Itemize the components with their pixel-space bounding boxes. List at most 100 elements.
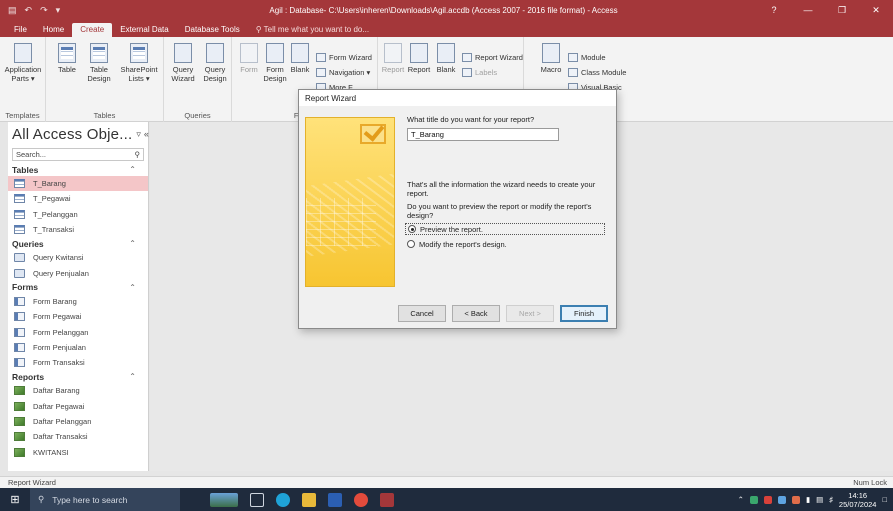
nav-search-input[interactable]: Search... ⚲ bbox=[12, 148, 144, 161]
back-button[interactable]: < Back bbox=[452, 305, 500, 322]
wizard-illustration bbox=[305, 117, 395, 287]
edge-icon[interactable] bbox=[276, 492, 290, 507]
macro-button[interactable]: Macro bbox=[538, 43, 564, 74]
nav-item-query-kwitansi[interactable]: Query Kwitansi bbox=[8, 250, 148, 265]
save-icon[interactable]: ▤ bbox=[8, 5, 17, 16]
finish-button[interactable]: Finish bbox=[560, 305, 608, 322]
nav-item-t-barang[interactable]: T_Barang bbox=[8, 176, 148, 192]
form-button[interactable]: Form bbox=[238, 43, 260, 74]
table-design-label: Table Design bbox=[87, 65, 111, 83]
table-design-button[interactable]: Table Design bbox=[84, 43, 114, 83]
nav-item-form-penjualan[interactable]: Form Penjualan bbox=[8, 340, 148, 355]
sharepoint-lists-button[interactable]: SharePoint Lists ▾ bbox=[118, 43, 160, 83]
tray-app-icon[interactable] bbox=[749, 495, 758, 504]
tab-home[interactable]: Home bbox=[35, 23, 72, 37]
next-button[interactable]: Next > bbox=[506, 305, 554, 322]
blank-form-button[interactable]: Blank bbox=[288, 43, 312, 74]
collapse-icon: ⌃ bbox=[129, 239, 136, 249]
battery-icon[interactable]: ▮ bbox=[806, 495, 810, 504]
minimize-button[interactable]: — bbox=[791, 5, 825, 16]
form-design-button[interactable]: Form Design bbox=[262, 43, 288, 83]
taskbar-search-box[interactable]: ⚲ Type here to search bbox=[30, 488, 180, 511]
customize-icon[interactable]: ▾ bbox=[56, 5, 61, 16]
word-icon[interactable] bbox=[328, 492, 342, 507]
nav-item-form-pelanggan[interactable]: Form Pelanggan bbox=[8, 324, 148, 339]
shutter-bar-icon[interactable]: « bbox=[144, 129, 149, 140]
window-title: Agil : Database- C:\Users\inheren\Downlo… bbox=[269, 5, 618, 15]
labels-button[interactable]: Labels bbox=[462, 68, 497, 77]
query-design-button[interactable]: Query Design bbox=[200, 43, 230, 83]
notifications-icon[interactable]: □ bbox=[882, 495, 887, 504]
form-icon bbox=[14, 342, 25, 352]
nav-item-form-transaksi[interactable]: Form Transaksi bbox=[8, 355, 148, 370]
help-button[interactable]: ? bbox=[757, 5, 791, 16]
tab-create[interactable]: Create bbox=[72, 23, 113, 37]
nav-menu-icon[interactable]: ▿ bbox=[136, 129, 141, 140]
undo-icon[interactable]: ↶ bbox=[25, 5, 33, 16]
report-design-label: Report bbox=[407, 65, 431, 74]
network-icon[interactable]: ▤ bbox=[816, 495, 823, 504]
query-wizard-button[interactable]: Query Wizard bbox=[168, 43, 198, 83]
windows-start-icon[interactable]: ⊞ bbox=[0, 493, 30, 506]
antivirus-icon[interactable] bbox=[763, 495, 772, 504]
blank-report-button[interactable]: Blank bbox=[434, 43, 458, 74]
module-button[interactable]: Module bbox=[568, 53, 606, 62]
weather-widget-icon[interactable] bbox=[210, 492, 238, 507]
report-icon bbox=[384, 43, 402, 63]
tab-file[interactable]: File bbox=[6, 23, 35, 37]
report-design-button[interactable]: Report bbox=[406, 43, 432, 74]
nav-item-t-pelanggan[interactable]: T_Pelanggan bbox=[8, 207, 148, 222]
modify-design-option[interactable]: Modify the report's design. bbox=[407, 238, 507, 250]
nav-item-daftar-pegawai[interactable]: Daftar Pegawai bbox=[8, 399, 148, 414]
nav-item-form-barang[interactable]: Form Barang bbox=[8, 294, 148, 309]
tab-database-tools[interactable]: Database Tools bbox=[177, 23, 248, 37]
table-button[interactable]: Table bbox=[52, 43, 82, 74]
nav-item-daftar-barang[interactable]: Daftar Barang bbox=[8, 383, 148, 398]
form-icon bbox=[14, 327, 25, 337]
query-wizard-icon bbox=[174, 43, 192, 63]
nav-item-daftar-pelanggan[interactable]: Daftar Pelanggan bbox=[8, 414, 148, 429]
task-view-icon[interactable] bbox=[250, 492, 264, 507]
volume-icon[interactable]: ♯ bbox=[829, 495, 833, 504]
nav-section-queries[interactable]: Queries ⌃ bbox=[8, 237, 148, 250]
module-label: Module bbox=[581, 53, 606, 62]
class-module-button[interactable]: Class Module bbox=[568, 68, 626, 77]
nav-section-tables[interactable]: Tables ⌃ bbox=[8, 163, 148, 176]
tab-external-data[interactable]: External Data bbox=[112, 23, 176, 37]
restore-button[interactable]: ❐ bbox=[825, 5, 859, 16]
application-parts-button[interactable]: Application Parts ▾ bbox=[4, 43, 42, 83]
close-button[interactable]: ✕ bbox=[859, 5, 893, 16]
preview-report-option[interactable]: Preview the report. bbox=[405, 223, 605, 235]
chrome-icon[interactable] bbox=[354, 492, 368, 507]
quick-access-toolbar: ▤ ↶ ↷ ▾ bbox=[0, 5, 90, 16]
nav-item-label: KWITANSI bbox=[33, 447, 69, 457]
nav-search-placeholder: Search... bbox=[16, 150, 47, 159]
report-button[interactable]: Report bbox=[382, 43, 404, 74]
show-hidden-icons-icon[interactable]: ⌃ bbox=[738, 495, 744, 504]
file-explorer-icon[interactable] bbox=[302, 492, 316, 507]
bluetooth-icon[interactable] bbox=[777, 495, 786, 504]
nav-item-label: Query Penjualan bbox=[33, 268, 89, 278]
nav-item-t-transaksi[interactable]: T_Transaksi bbox=[8, 222, 148, 237]
nav-section-reports[interactable]: Reports ⌃ bbox=[8, 370, 148, 383]
form-label: Form bbox=[240, 65, 258, 74]
nav-title[interactable]: All Access Obje... bbox=[12, 126, 132, 143]
nav-item-query-penjualan[interactable]: Query Penjualan bbox=[8, 265, 148, 280]
cancel-button[interactable]: Cancel bbox=[398, 305, 446, 322]
nav-item-daftar-transaksi[interactable]: Daftar Transaksi bbox=[8, 429, 148, 444]
clock[interactable]: 14:16 25/07/2024 bbox=[839, 491, 877, 509]
navigation-button[interactable]: Navigation ▾ bbox=[316, 68, 370, 77]
report-wizard-button[interactable]: Report Wizard bbox=[462, 53, 523, 62]
redo-icon[interactable]: ↷ bbox=[40, 5, 48, 16]
nav-item-t-pegawai[interactable]: T_Pegawai bbox=[8, 191, 148, 206]
tell-me-box[interactable]: ⚲ Tell me what you want to do... bbox=[248, 23, 377, 37]
form-wizard-button[interactable]: Form Wizard bbox=[316, 53, 372, 62]
report-title-input[interactable] bbox=[407, 128, 559, 141]
nav-item-label: T_Transaksi bbox=[33, 225, 74, 235]
nav-item-kwitansi[interactable]: KWITANSI bbox=[8, 444, 148, 459]
nav-item-form-pegawai[interactable]: Form Pegawai bbox=[8, 309, 148, 324]
num-lock-indicator: Num Lock bbox=[853, 478, 887, 487]
nav-section-forms[interactable]: Forms ⌃ bbox=[8, 281, 148, 294]
tray-app-icon-2[interactable] bbox=[791, 495, 800, 504]
access-icon[interactable] bbox=[380, 492, 394, 507]
